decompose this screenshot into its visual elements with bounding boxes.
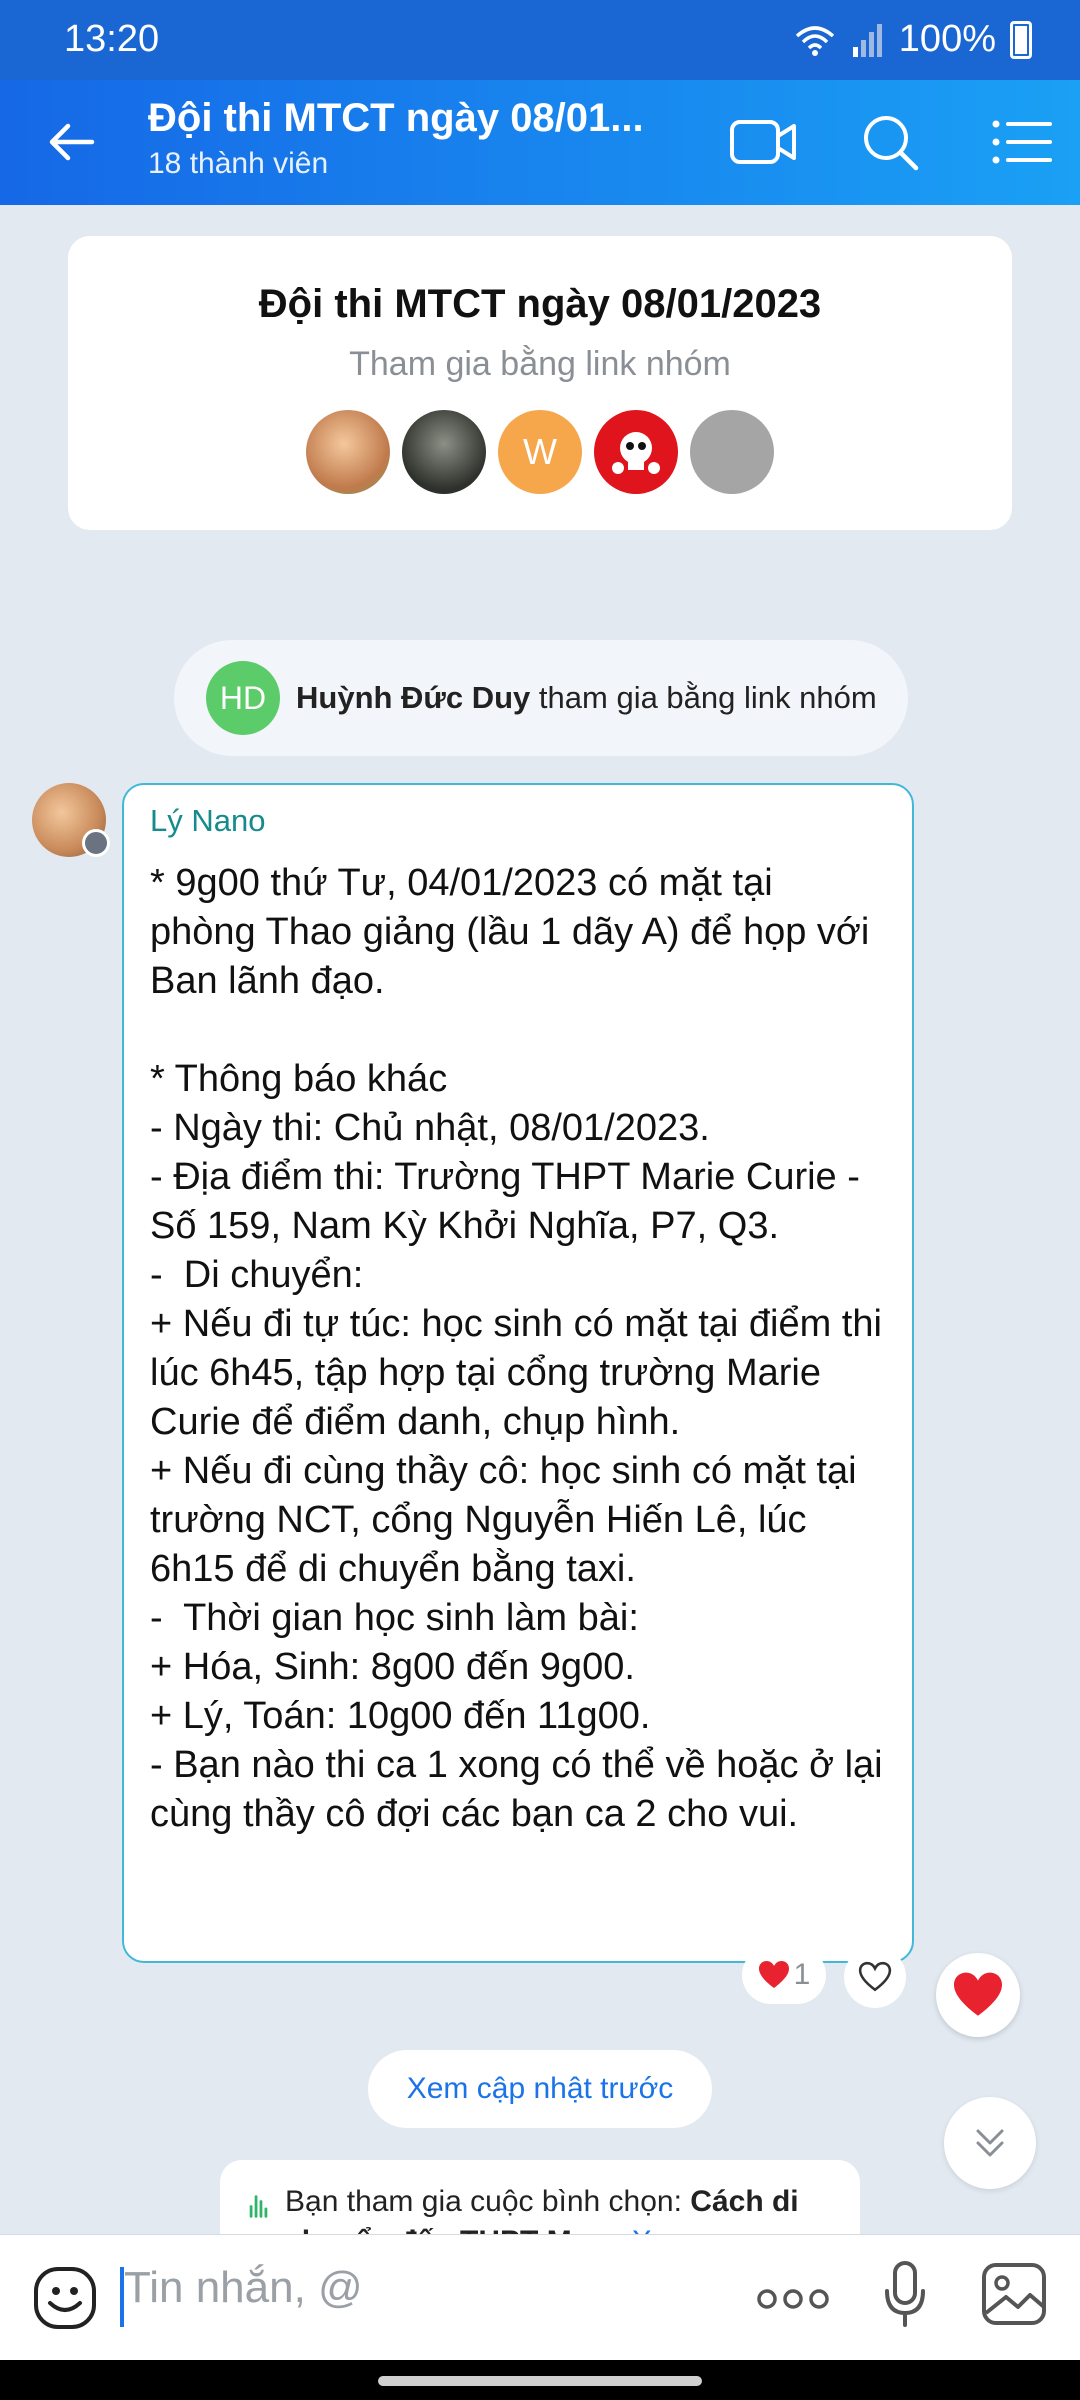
chat-title: Đội thi MTCT ngày 08/01... bbox=[148, 96, 644, 140]
wifi-icon bbox=[795, 25, 834, 56]
header-title-group[interactable]: Đội thi MTCT ngày 08/01... 18 thành viên bbox=[148, 96, 658, 181]
poll-notice-text: Bạn tham gia cuộc bình chọn: Cách di chu… bbox=[285, 2182, 860, 2234]
avatar: W bbox=[498, 410, 582, 494]
more-options-icon[interactable] bbox=[756, 2287, 830, 2311]
group-name: Đội thi MTCT ngày 08/01/2023 bbox=[258, 282, 822, 326]
heart-icon bbox=[758, 1961, 789, 1988]
menu-list-icon[interactable] bbox=[988, 110, 1058, 174]
key-badge-icon bbox=[82, 829, 110, 857]
battery-icon bbox=[1010, 20, 1032, 59]
message-input-bar: Tin nhắn, @ bbox=[0, 2234, 1080, 2360]
member-count: 18 thành viên bbox=[148, 147, 329, 180]
search-icon[interactable] bbox=[856, 110, 926, 174]
home-gesture-handle[interactable] bbox=[378, 2376, 702, 2386]
notice-action: tham gia bằng link nhóm bbox=[530, 680, 877, 715]
back-arrow-icon[interactable] bbox=[40, 110, 104, 174]
heart-icon bbox=[954, 1972, 1002, 2016]
microphone-icon[interactable] bbox=[880, 2259, 930, 2331]
member-name[interactable]: Huỳnh Đức Duy bbox=[296, 680, 530, 715]
previous-updates-button[interactable]: Xem cập nhật trước bbox=[368, 2050, 712, 2128]
battery-percent: 100% bbox=[898, 18, 996, 60]
notice-text: Huỳnh Đức Duy tham gia bằng link nhóm bbox=[296, 680, 877, 716]
message-bubble[interactable]: Lý Nano * 9g00 thứ Tư, 04/01/2023 có mặt… bbox=[122, 783, 914, 1963]
scroll-to-bottom-button[interactable] bbox=[944, 2097, 1036, 2189]
video-call-icon[interactable] bbox=[728, 110, 798, 174]
signal-icon bbox=[852, 23, 882, 57]
poll-chart-icon bbox=[249, 2195, 268, 2218]
sender-name[interactable]: Lý Nano bbox=[150, 803, 886, 839]
message-input[interactable]: Tin nhắn, @ bbox=[124, 2263, 363, 2313]
status-icons: 100% bbox=[793, 18, 1032, 61]
heart-outline-icon bbox=[858, 1961, 892, 1992]
group-info-card[interactable]: Đội thi MTCT ngày 08/01/2023 Tham gia bằ… bbox=[68, 236, 1012, 530]
system-nav-bar bbox=[0, 2360, 1080, 2400]
chevron-double-down-icon bbox=[976, 2129, 1004, 2157]
reaction-count: 1 bbox=[793, 1958, 811, 1991]
group-join-method: Tham gia bằng link nhóm bbox=[349, 345, 731, 383]
quick-heart-button[interactable] bbox=[936, 1953, 1020, 2037]
poll-more-link[interactable]: Xem bbox=[632, 2225, 694, 2234]
reaction-count-badge[interactable]: 1 bbox=[742, 1946, 826, 2004]
image-gallery-icon[interactable] bbox=[980, 2259, 1050, 2329]
status-bar: 13:20 100% bbox=[0, 0, 1080, 80]
avatar[interactable]: HD bbox=[206, 661, 280, 735]
avatar[interactable] bbox=[32, 783, 110, 857]
skull-icon bbox=[612, 432, 660, 474]
chat-header: Đội thi MTCT ngày 08/01... 18 thành viên bbox=[0, 80, 1080, 205]
avatar bbox=[306, 410, 390, 494]
avatar bbox=[594, 410, 678, 494]
poll-notice-card[interactable]: Bạn tham gia cuộc bình chọn: Cách di chu… bbox=[220, 2160, 860, 2234]
like-button[interactable] bbox=[844, 1946, 906, 2008]
member-joined-notice: HD Huỳnh Đức Duy tham gia bằng link nhóm bbox=[174, 640, 908, 756]
member-avatars: W bbox=[68, 410, 1012, 494]
avatar bbox=[690, 410, 774, 494]
emoji-sticker-icon[interactable] bbox=[32, 2265, 98, 2331]
avatar bbox=[402, 410, 486, 494]
status-time: 13:20 bbox=[64, 18, 160, 60]
message-text: * 9g00 thứ Tư, 04/01/2023 có mặt tại phò… bbox=[150, 862, 883, 1835]
